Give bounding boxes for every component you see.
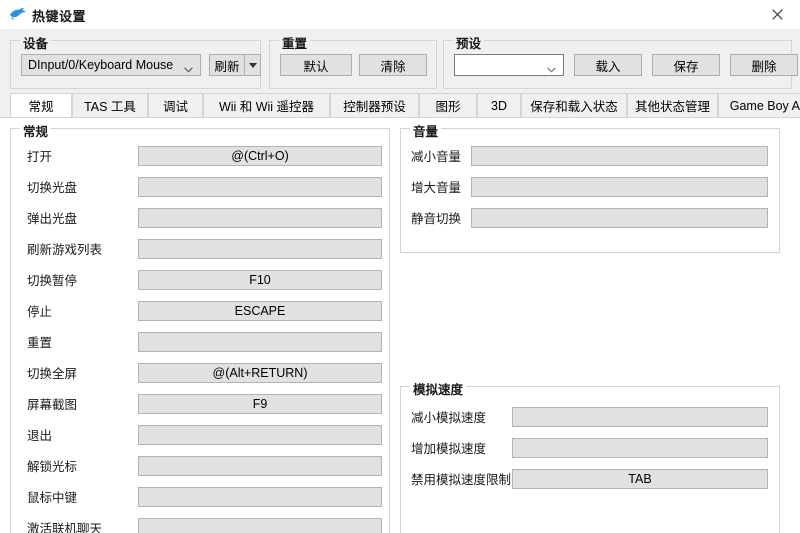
refresh-button-label: 刷新 (214, 59, 240, 74)
hotkey-field[interactable] (138, 456, 382, 476)
window-title: 热键设置 (32, 9, 87, 24)
tab-graphics[interactable]: 图形 (419, 93, 477, 118)
hotkey-field[interactable] (138, 177, 382, 197)
row-label: 增大音量 (411, 181, 462, 195)
row-label: 静音切换 (411, 212, 462, 226)
device-group: 设备 DInput/0/Keyboard Mouse 刷新 (10, 33, 261, 89)
hotkey-field[interactable] (512, 438, 768, 458)
row-label: 屏幕截图 (27, 398, 78, 412)
hotkey-field[interactable]: @(Ctrl+O) (138, 146, 382, 166)
tab-tas-tools-label: TAS 工具 (84, 100, 136, 114)
tab-general[interactable]: 常规 (10, 93, 72, 118)
tab-3d[interactable]: 3D (477, 93, 521, 118)
general-group-legend: 常规 (20, 121, 52, 140)
row-label: 增加模拟速度 (411, 442, 487, 456)
clear-button-label: 清除 (380, 59, 406, 74)
tab-3d-label: 3D (491, 98, 507, 113)
close-glyph (771, 9, 783, 20)
save-preset-button[interactable]: 保存 (652, 54, 720, 76)
hotkey-field[interactable]: F9 (138, 394, 382, 414)
hotkey-field[interactable] (138, 487, 382, 507)
tab-wii-remote-label: Wii 和 Wii 遥控器 (218, 100, 315, 114)
hotkey-field[interactable] (138, 518, 382, 533)
hotkey-field[interactable]: TAB (512, 469, 768, 489)
dialog-body: 设备 DInput/0/Keyboard Mouse 刷新 重置 默认 清除 预… (0, 29, 800, 533)
tab-wii-remote[interactable]: Wii 和 Wii 遥控器 (203, 93, 330, 118)
tab-save-load-state[interactable]: 保存和载入状态 (521, 93, 627, 118)
tab-game-boy-advance[interactable]: Game Boy Advance (718, 93, 800, 118)
hotkey-field[interactable] (138, 332, 382, 352)
row-label: 退出 (27, 429, 53, 443)
chevron-down-icon (547, 62, 556, 73)
tab-tas-tools[interactable]: TAS 工具 (72, 93, 148, 118)
device-combo[interactable]: DInput/0/Keyboard Mouse (21, 54, 201, 76)
hotkey-field[interactable] (471, 208, 768, 228)
row-label: 切换暂停 (27, 274, 78, 288)
volume-group: 音量 减小音量 增大音量 静音切换 (400, 121, 780, 253)
refresh-dropdown-button[interactable] (244, 54, 261, 76)
delete-preset-label: 删除 (751, 59, 777, 74)
row-label: 打开 (27, 150, 53, 164)
chevron-down-icon (184, 62, 193, 73)
hotkey-field[interactable] (138, 239, 382, 259)
refresh-button[interactable]: 刷新 (209, 54, 245, 76)
tab-other-state-management-label: 其他状态管理 (634, 100, 710, 114)
row-label: 弹出光盘 (27, 212, 78, 226)
tab-game-boy-advance-label: Game Boy Advance (729, 98, 800, 113)
row-label: 鼠标中键 (27, 491, 78, 505)
preset-group-legend: 预设 (453, 33, 485, 52)
preset-combo[interactable] (454, 54, 564, 76)
default-button[interactable]: 默认 (280, 54, 352, 76)
device-combo-value: DInput/0/Keyboard Mouse (28, 58, 174, 72)
default-button-label: 默认 (303, 59, 329, 74)
reset-group-legend: 重置 (279, 33, 311, 52)
row-label: 禁用模拟速度限制 (411, 473, 512, 487)
hotkey-field[interactable] (138, 425, 382, 445)
hotkey-field[interactable] (512, 407, 768, 427)
row-label: 重置 (27, 336, 53, 350)
emulation-speed-group: 模拟速度 减小模拟速度 增加模拟速度 禁用模拟速度限制 TAB (400, 379, 780, 533)
dolphin-icon (9, 7, 27, 22)
speed-group-legend: 模拟速度 (410, 379, 467, 398)
tab-graphics-label: 图形 (435, 100, 461, 114)
tab-controller-presets-label: 控制器预设 (343, 100, 406, 114)
general-hotkeys-group: 常规 打开 @(Ctrl+O) 切换光盘 弹出光盘 刷新游戏列表 切换暂停 F1… (10, 121, 390, 533)
caret-down-icon (248, 62, 257, 68)
title-bar: 热键设置 (0, 0, 800, 29)
row-label: 解锁光标 (27, 460, 78, 474)
hotkey-settings-window: 热键设置 设备 DInput/0/Keyboard Mouse 刷新 重置 默认… (0, 0, 800, 533)
hotkey-field[interactable] (471, 146, 768, 166)
delete-preset-button[interactable]: 删除 (730, 54, 798, 76)
tab-debug-label: 调试 (162, 100, 188, 114)
tab-debug[interactable]: 调试 (148, 93, 203, 118)
row-label: 刷新游戏列表 (27, 243, 103, 257)
close-icon[interactable] (754, 0, 800, 29)
row-label: 停止 (27, 305, 53, 319)
tab-bar: 常规 TAS 工具 调试 Wii 和 Wii 遥控器 控制器预设 图形 3D 保… (0, 93, 800, 118)
clear-button[interactable]: 清除 (359, 54, 427, 76)
row-label: 减小音量 (411, 150, 462, 164)
hotkey-field[interactable]: @(Alt+RETURN) (138, 363, 382, 383)
hotkey-field[interactable]: ESCAPE (138, 301, 382, 321)
device-group-legend: 设备 (20, 33, 52, 52)
row-label: 减小模拟速度 (411, 411, 487, 425)
save-preset-label: 保存 (673, 59, 699, 74)
row-label: 切换全屏 (27, 367, 78, 381)
tab-general-label: 常规 (28, 100, 54, 114)
hotkey-field[interactable] (471, 177, 768, 197)
tab-save-load-state-label: 保存和载入状态 (530, 100, 618, 114)
volume-group-legend: 音量 (410, 121, 442, 140)
tab-other-state-management[interactable]: 其他状态管理 (627, 93, 718, 118)
reset-group: 重置 默认 清除 (269, 33, 437, 89)
load-preset-button[interactable]: 载入 (574, 54, 642, 76)
hotkey-field[interactable] (138, 208, 382, 228)
load-preset-label: 载入 (595, 59, 621, 74)
preset-group: 预设 载入 保存 删除 (443, 33, 798, 89)
tab-controller-presets[interactable]: 控制器预设 (330, 93, 419, 118)
row-label: 激活联机聊天 (27, 522, 103, 533)
tab-pane-general: 常规 打开 @(Ctrl+O) 切换光盘 弹出光盘 刷新游戏列表 切换暂停 F1… (0, 117, 800, 533)
hotkey-field[interactable]: F10 (138, 270, 382, 290)
row-label: 切换光盘 (27, 181, 78, 195)
